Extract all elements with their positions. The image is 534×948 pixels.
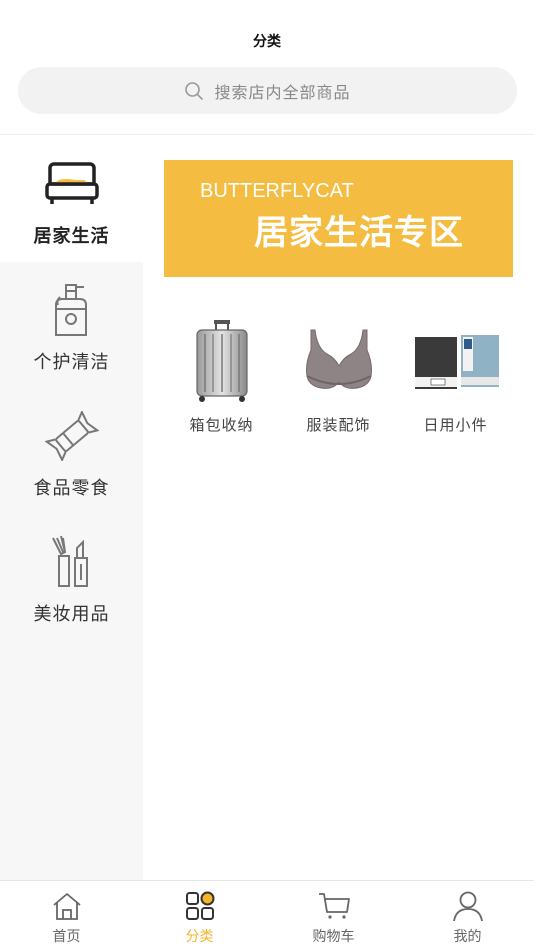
sidebar-item-label: 居家生活 — [33, 226, 110, 247]
bed-icon — [42, 154, 102, 214]
banner-brand: BUTTERFLYCAT — [200, 180, 354, 202]
search-bar[interactable]: 搜索店内全部商品 — [18, 67, 517, 114]
tab-label: 我的 — [453, 929, 482, 945]
tab-category[interactable]: 分类 — [133, 881, 266, 948]
subcategory-apparel[interactable]: 服装配饰 — [280, 316, 397, 435]
sidebar-item-makeup[interactable]: 美妆用品 — [0, 514, 143, 640]
sidebar-item-label: 食品零食 — [33, 478, 110, 499]
subcategory-daily-items[interactable]: 日用小件 — [397, 316, 514, 435]
bra-image — [294, 316, 384, 406]
tab-home[interactable]: 首页 — [0, 881, 133, 948]
lotion-bottle-icon — [42, 280, 102, 340]
subcategory-label: 服装配饰 — [306, 416, 371, 434]
sidebar-item-label: 个护清洁 — [33, 352, 110, 373]
category-banner[interactable]: BUTTERFLYCAT 居家生活专区 — [164, 160, 513, 277]
sidebar-item-home-living[interactable]: 居家生活 — [0, 136, 143, 262]
category-sidebar: 居家生活 个护清洁 食品零食 美妆用品 — [0, 136, 143, 880]
subcategory-label: 箱包收纳 — [189, 416, 254, 434]
tab-label: 分类 — [185, 929, 214, 945]
tab-label: 购物车 — [312, 929, 355, 945]
banner-title: 居家生活专区 — [254, 213, 464, 253]
category-icon — [183, 889, 217, 923]
subcategory-label: 日用小件 — [423, 416, 488, 434]
user-icon — [451, 889, 485, 923]
tab-label: 首页 — [52, 929, 81, 945]
candy-icon — [42, 406, 102, 466]
bottom-tab-bar: 首页 分类 购物车 我的 — [0, 880, 534, 948]
tab-profile[interactable]: 我的 — [401, 881, 534, 948]
notebooks-image — [411, 316, 501, 406]
page-title: 分类 — [253, 34, 281, 50]
category-content: BUTTERFLYCAT 居家生活专区 箱包收纳 服装配饰 日用小件 — [143, 136, 534, 880]
makeup-icon — [42, 532, 102, 592]
sidebar-item-personal-care[interactable]: 个护清洁 — [0, 262, 143, 388]
search-placeholder: 搜索店内全部商品 — [214, 82, 351, 102]
sidebar-item-snacks[interactable]: 食品零食 — [0, 388, 143, 514]
suitcase-image — [177, 316, 267, 406]
cart-icon — [317, 889, 351, 923]
home-icon — [50, 889, 84, 923]
subcategory-luggage[interactable]: 箱包收纳 — [163, 316, 280, 435]
tab-cart[interactable]: 购物车 — [267, 881, 400, 948]
search-icon — [185, 81, 204, 100]
sidebar-item-label: 美妆用品 — [33, 604, 110, 625]
header: 分类 搜索店内全部商品 — [0, 0, 534, 135]
